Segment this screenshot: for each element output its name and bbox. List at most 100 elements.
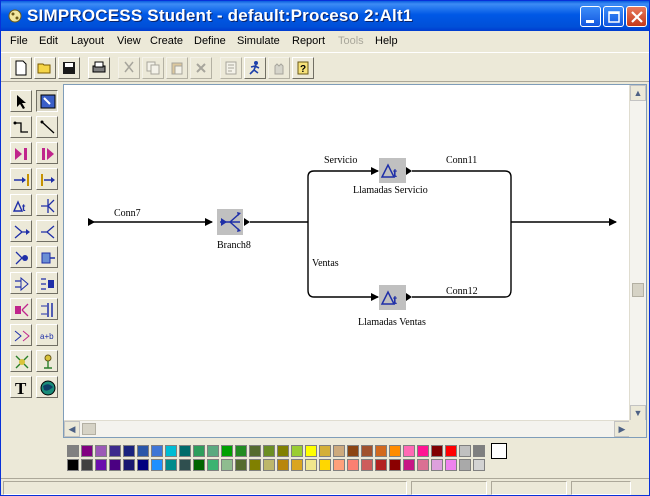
palette-tool-button[interactable]: T xyxy=(10,376,32,398)
color-swatch[interactable] xyxy=(179,459,191,471)
vertical-scroll-thumb[interactable] xyxy=(632,283,644,297)
palette-tool-button[interactable] xyxy=(10,220,32,242)
cut-button[interactable] xyxy=(118,57,140,79)
palette-tool-button[interactable] xyxy=(36,116,58,138)
color-swatch[interactable] xyxy=(95,445,107,457)
palette-tool-button[interactable] xyxy=(36,194,58,216)
color-swatch[interactable] xyxy=(473,459,485,471)
menu-simulate[interactable]: Simulate xyxy=(237,35,280,47)
palette-tool-button[interactable] xyxy=(36,220,58,242)
palette-tool-button[interactable] xyxy=(10,272,32,294)
color-swatch[interactable] xyxy=(417,459,429,471)
palette-tool-button[interactable] xyxy=(36,376,58,398)
color-swatch[interactable] xyxy=(305,459,317,471)
color-swatch[interactable] xyxy=(221,445,233,457)
color-swatch[interactable] xyxy=(361,459,373,471)
palette-tool-button[interactable] xyxy=(36,272,58,294)
palette-tool-button[interactable] xyxy=(10,142,32,164)
connector-conn11[interactable] xyxy=(412,170,512,222)
color-swatch[interactable] xyxy=(459,459,471,471)
color-swatch[interactable] xyxy=(333,445,345,457)
color-swatch[interactable] xyxy=(235,459,247,471)
color-swatch[interactable] xyxy=(375,445,387,457)
color-swatch[interactable] xyxy=(445,445,457,457)
color-swatch[interactable] xyxy=(347,459,359,471)
color-swatch[interactable] xyxy=(109,445,121,457)
color-swatch[interactable] xyxy=(249,459,261,471)
color-swatch[interactable] xyxy=(67,445,79,457)
save-button[interactable] xyxy=(58,57,80,79)
menu-layout[interactable]: Layout xyxy=(71,35,104,47)
color-swatch[interactable] xyxy=(81,459,93,471)
palette-tool-button[interactable] xyxy=(10,116,32,138)
palette-tool-button[interactable] xyxy=(10,90,32,112)
color-swatch[interactable] xyxy=(67,459,79,471)
activity-ventas-node[interactable]: t xyxy=(379,285,412,310)
menu-edit[interactable]: Edit xyxy=(39,35,58,47)
palette-tool-button[interactable]: t xyxy=(10,194,32,216)
print-button[interactable] xyxy=(88,57,110,79)
color-swatch[interactable] xyxy=(193,459,205,471)
new-button[interactable] xyxy=(10,57,32,79)
color-swatch[interactable] xyxy=(95,459,107,471)
open-button[interactable] xyxy=(34,57,56,79)
menu-file[interactable]: File xyxy=(10,35,28,47)
color-swatch[interactable] xyxy=(347,445,359,457)
menu-help[interactable]: Help xyxy=(375,35,398,47)
activity-servicio-node[interactable]: t xyxy=(379,158,412,183)
color-swatch[interactable] xyxy=(473,445,485,457)
model-canvas[interactable]: Conn7 Branch8 Servicio Ventas t Llamadas… xyxy=(64,85,630,421)
color-swatch[interactable] xyxy=(221,459,233,471)
color-swatch[interactable] xyxy=(319,459,331,471)
color-swatch[interactable] xyxy=(165,459,177,471)
color-swatch[interactable] xyxy=(109,459,121,471)
minimize-button[interactable] xyxy=(580,6,601,27)
color-swatch[interactable] xyxy=(151,459,163,471)
close-button[interactable] xyxy=(626,6,647,27)
menu-view[interactable]: View xyxy=(117,35,141,47)
color-swatch[interactable] xyxy=(165,445,177,457)
color-swatch[interactable] xyxy=(207,445,219,457)
color-swatch[interactable] xyxy=(389,459,401,471)
palette-tool-button[interactable] xyxy=(36,142,58,164)
copy-button[interactable] xyxy=(142,57,164,79)
help-button[interactable]: ? xyxy=(292,57,314,79)
color-swatch[interactable] xyxy=(137,459,149,471)
scroll-down-button[interactable]: ▼ xyxy=(630,405,646,421)
palette-tool-button[interactable] xyxy=(36,298,58,320)
menu-define[interactable]: Define xyxy=(194,35,226,47)
palette-tool-button[interactable] xyxy=(10,350,32,372)
color-swatch[interactable] xyxy=(445,459,457,471)
run-button[interactable] xyxy=(244,57,266,79)
color-swatch[interactable] xyxy=(403,445,415,457)
palette-tool-button[interactable] xyxy=(10,324,32,346)
connector-servicio[interactable] xyxy=(307,167,379,222)
paste-button[interactable] xyxy=(166,57,188,79)
color-swatch[interactable] xyxy=(403,459,415,471)
color-swatch[interactable] xyxy=(151,445,163,457)
color-swatch[interactable] xyxy=(291,445,303,457)
color-swatch[interactable] xyxy=(305,445,317,457)
color-swatch[interactable] xyxy=(389,445,401,457)
palette-tool-button[interactable] xyxy=(36,90,58,112)
scroll-right-button[interactable]: ▶ xyxy=(614,421,630,437)
current-color-swatch[interactable] xyxy=(491,443,507,459)
color-swatch[interactable] xyxy=(277,445,289,457)
horizontal-scroll-thumb[interactable] xyxy=(82,423,96,435)
palette-tool-button[interactable] xyxy=(10,246,32,268)
title-bar[interactable]: SIMPROCESS Student - default:Proceso 2:A… xyxy=(1,1,649,31)
color-swatch[interactable] xyxy=(375,459,387,471)
stop-button[interactable] xyxy=(268,57,290,79)
menu-report[interactable]: Report xyxy=(292,35,325,47)
color-swatch[interactable] xyxy=(431,445,443,457)
color-swatch[interactable] xyxy=(333,459,345,471)
palette-tool-button[interactable] xyxy=(36,246,58,268)
maximize-button[interactable] xyxy=(603,6,624,27)
scroll-up-button[interactable]: ▲ xyxy=(630,85,646,101)
color-swatch[interactable] xyxy=(291,459,303,471)
color-swatch[interactable] xyxy=(193,445,205,457)
color-swatch[interactable] xyxy=(319,445,331,457)
scroll-left-button[interactable]: ◀ xyxy=(64,421,80,437)
palette-tool-button[interactable] xyxy=(36,350,58,372)
delete-button[interactable] xyxy=(190,57,212,79)
